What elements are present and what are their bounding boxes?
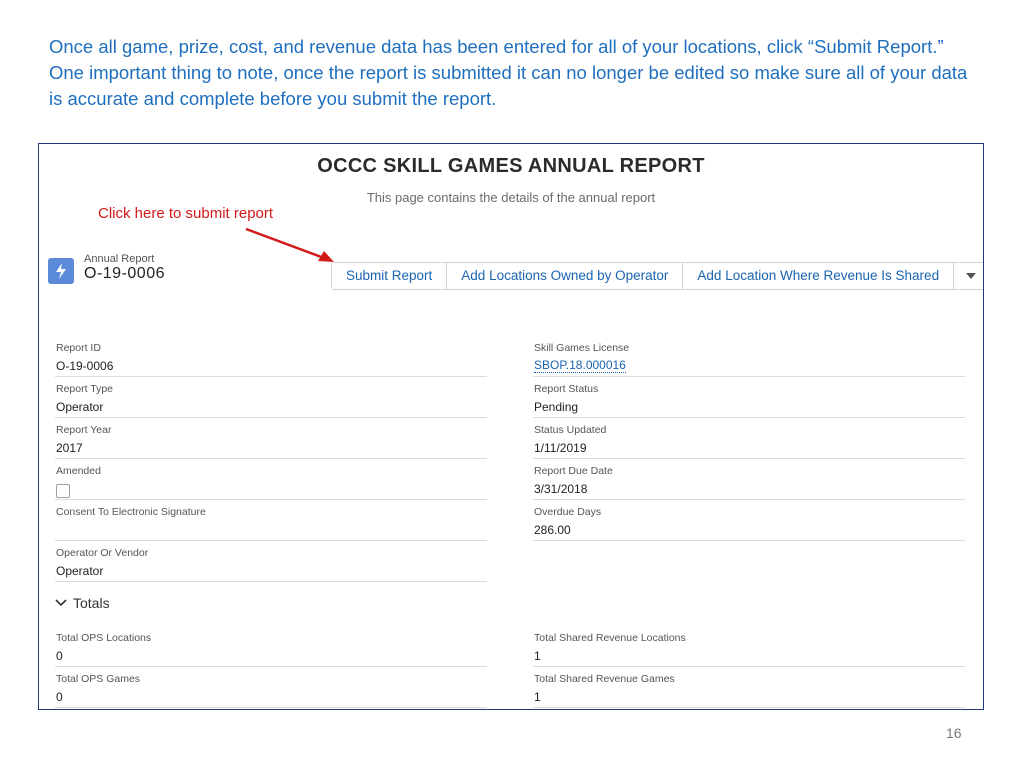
field-label: Operator Or Vendor: [56, 547, 149, 559]
field-total-ops-locations: Total OPS Locations 0: [55, 630, 487, 667]
chevron-down-icon: [966, 273, 977, 279]
field-value: 0: [56, 690, 63, 704]
field-label: Status Updated: [534, 424, 607, 436]
field-label: Report Type: [56, 383, 114, 395]
field-report-year: Report Year 2017: [55, 422, 487, 459]
field-label: Report Year: [56, 424, 112, 436]
section-title: Totals: [73, 595, 110, 611]
field-status-updated: Status Updated 1/11/2019: [533, 422, 965, 459]
field-label: Total Shared Revenue Games: [534, 673, 675, 685]
field-value: 2017: [56, 441, 83, 455]
field-consent-electronic-signature: Consent To Electronic Signature: [55, 504, 487, 541]
instruction-text: Once all game, prize, cost, and revenue …: [49, 36, 968, 109]
annotation-arrow-icon: [245, 227, 334, 262]
add-locations-owned-button[interactable]: Add Locations Owned by Operator: [447, 263, 684, 289]
page-subtitle: This page contains the details of the an…: [366, 190, 656, 205]
totals-section-toggle[interactable]: Totals: [55, 595, 110, 611]
field-value: Pending: [534, 400, 579, 414]
field-label: Report ID: [56, 342, 101, 354]
field-skill-games-license: Skill Games License SBOP.18.000016: [533, 340, 965, 377]
lightning-bolt-icon: [48, 258, 74, 284]
field-total-shared-revenue-locations: Total Shared Revenue Locations 1: [533, 630, 965, 667]
field-label: Total Shared Revenue Locations: [534, 632, 686, 644]
add-location-shared-revenue-button[interactable]: Add Location Where Revenue Is Shared: [683, 263, 955, 289]
field-total-ops-games: Total OPS Games 0: [55, 671, 487, 708]
record-name: O-19-0006: [84, 265, 165, 282]
license-link[interactable]: SBOP.18.000016: [534, 359, 626, 373]
field-label: Skill Games License: [534, 342, 630, 354]
field-value: O-19-0006: [56, 359, 114, 373]
field-label: Total OPS Games: [56, 673, 141, 685]
field-value: 1: [534, 690, 541, 704]
field-label: Overdue Days: [534, 506, 602, 518]
field-value: 3/31/2018: [534, 482, 588, 496]
field-value: Operator: [56, 564, 104, 578]
field-report-id: Report ID O-19-0006: [55, 340, 487, 377]
more-actions-button[interactable]: [954, 263, 983, 289]
slide-page-number: 16: [946, 725, 962, 741]
amended-checkbox[interactable]: [56, 484, 70, 498]
field-overdue-days: Overdue Days 286.00: [533, 504, 965, 541]
field-amended: Amended: [55, 463, 487, 500]
action-button-group: Submit Report Add Locations Owned by Ope…: [331, 262, 983, 290]
field-label: Amended: [56, 465, 101, 477]
record-type-label: Annual Report: [84, 253, 155, 265]
field-total-shared-revenue-games: Total Shared Revenue Games 1: [533, 671, 965, 708]
field-value: Operator: [56, 400, 104, 414]
field-value: 1: [534, 649, 541, 663]
field-label: Report Status: [534, 383, 599, 395]
field-report-status: Report Status Pending: [533, 381, 965, 418]
chevron-down-icon: [55, 599, 67, 607]
field-report-type: Report Type Operator: [55, 381, 487, 418]
field-operator-or-vendor: Operator Or Vendor Operator: [55, 545, 487, 582]
field-value: 0: [56, 649, 63, 663]
field-value: 286.00: [534, 523, 571, 537]
screenshot-frame: OCCC SKILL GAMES ANNUAL REPORT This page…: [38, 143, 984, 710]
field-label: Total OPS Locations: [56, 632, 152, 644]
page-title: OCCC SKILL GAMES ANNUAL REPORT: [317, 155, 705, 177]
field-label: Report Due Date: [534, 465, 613, 477]
field-value: 1/11/2019: [534, 441, 587, 455]
submit-report-button[interactable]: Submit Report: [332, 263, 448, 289]
annotation-callout: Click here to submit report: [98, 205, 274, 222]
field-report-due-date: Report Due Date 3/31/2018: [533, 463, 965, 500]
field-label: Consent To Electronic Signature: [56, 506, 206, 518]
